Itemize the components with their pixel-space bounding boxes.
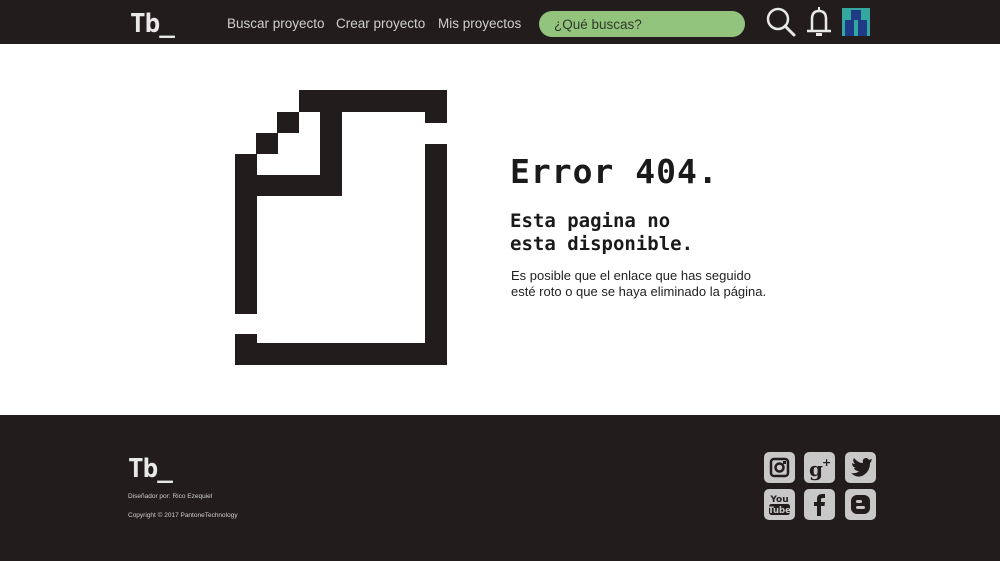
facebook-icon[interactable] (804, 489, 835, 520)
designer-credit: Diseñador por: Rico Ezequiel (128, 493, 213, 500)
top-navbar: Tb_ Buscar proyecto Crear proyecto Mis p… (0, 0, 1000, 44)
bell-icon[interactable] (803, 6, 835, 38)
youtube-icon[interactable]: You Tube (764, 489, 795, 520)
svg-text:g: g (809, 457, 823, 481)
nav-mis-proyectos[interactable]: Mis proyectos (438, 15, 521, 35)
search-input[interactable] (539, 11, 745, 37)
site-logo[interactable]: Tb_ (130, 10, 175, 38)
nav-crear-proyecto[interactable]: Crear proyecto (336, 15, 425, 35)
broken-document-icon (235, 90, 447, 365)
twitter-icon[interactable] (845, 452, 876, 483)
svg-text:Tube: Tube (768, 506, 791, 516)
nav-buscar-proyecto[interactable]: Buscar proyecto (227, 15, 325, 35)
svg-text:You: You (769, 495, 788, 505)
error-title: Error 404. (510, 152, 719, 191)
svg-text:+: + (822, 456, 831, 469)
footer: Tb_ Diseñador por: Rico Ezequiel Copyrig… (0, 415, 1000, 561)
error-description: Es posible que el enlace que has seguido… (511, 268, 767, 299)
user-avatar[interactable] (842, 8, 870, 36)
error-subtitle: Esta pagina no esta disponible. (510, 210, 694, 255)
copyright-text: Copyright © 2017 PantoneTechnology (128, 512, 238, 519)
instagram-icon[interactable] (764, 452, 795, 483)
footer-logo[interactable]: Tb_ (128, 455, 173, 483)
search-icon[interactable] (765, 6, 797, 38)
google-plus-icon[interactable]: g + (804, 452, 835, 483)
blogger-icon[interactable] (845, 489, 876, 520)
